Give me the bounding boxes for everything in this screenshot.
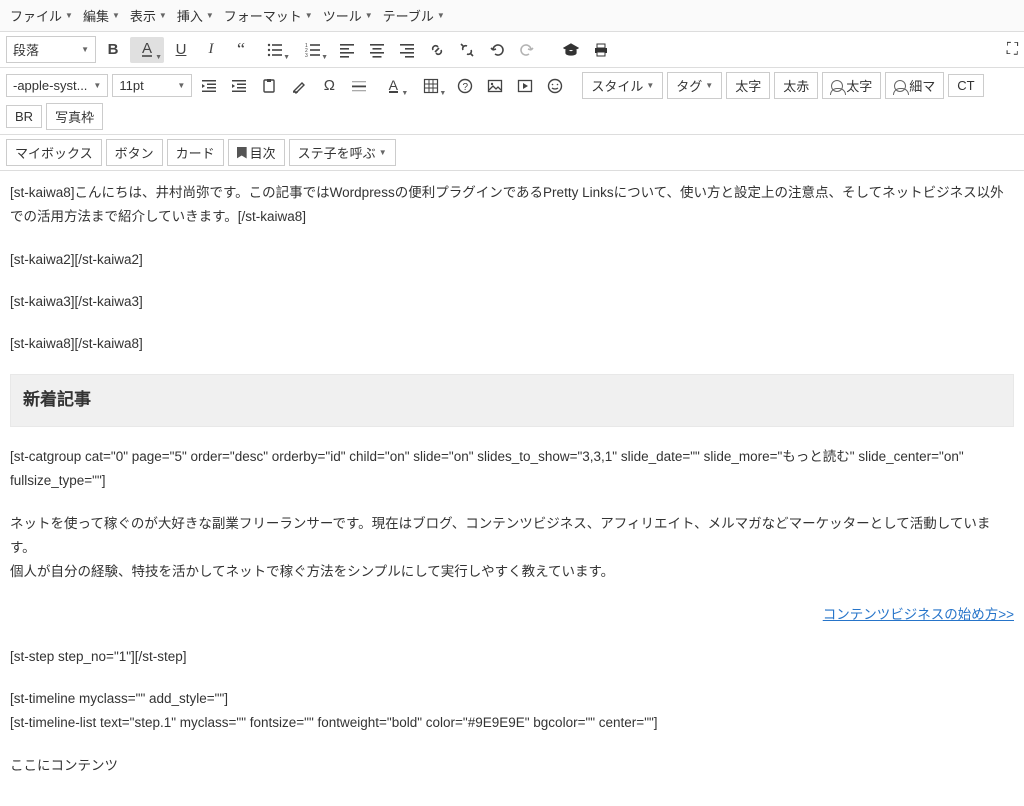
underline-button[interactable]: U <box>168 37 194 63</box>
menu-insert[interactable]: 挿入▼ <box>173 4 218 27</box>
svg-text:3: 3 <box>305 53 308 58</box>
align-right-button[interactable] <box>394 37 420 63</box>
para-kaiwa8-intro: [st-kaiwa8]こんにちは、井村尚弥です。この記事ではWordpressの… <box>10 181 1014 230</box>
br-pill[interactable]: BR <box>6 105 42 128</box>
menu-view[interactable]: 表示▼ <box>126 4 171 27</box>
toc-pill[interactable]: 目次 <box>228 139 285 166</box>
font-size-select[interactable]: 11pt▼ <box>112 74 192 97</box>
help-button[interactable]: ? <box>452 73 478 99</box>
italic-button[interactable]: I <box>198 37 224 63</box>
link-button[interactable] <box>424 37 450 63</box>
card-pill[interactable]: カード <box>167 139 224 166</box>
menu-table[interactable]: テーブル▼ <box>379 4 449 27</box>
avatar-icon <box>831 80 843 92</box>
right-link-wrap: コンテンツビジネスの始め方>> <box>10 603 1014 627</box>
menu-edit[interactable]: 編集▼ <box>79 4 124 27</box>
bold-button[interactable]: B <box>100 37 126 63</box>
para-catgroup: [st-catgroup cat="0" page="5" order="des… <box>10 445 1014 494</box>
para-kaiwa8-empty: [st-kaiwa8][/st-kaiwa8] <box>10 332 1014 356</box>
toolbar-row-3: マイボックス ボタン カード 目次 ステ子を呼ぶ▼ <box>0 135 1024 171</box>
mybox-pill[interactable]: マイボックス <box>6 139 102 166</box>
avatar-icon <box>894 80 906 92</box>
graduation-cap-icon[interactable] <box>558 37 584 63</box>
bold-red-pill[interactable]: 太赤 <box>774 72 818 99</box>
bold-pill[interactable]: 太字 <box>726 72 770 99</box>
text-color-2-button[interactable]: A▼ <box>376 73 410 99</box>
emoji-button[interactable] <box>542 73 568 99</box>
avatar-bold-pill[interactable]: 太字 <box>822 72 881 99</box>
paste-button[interactable] <box>256 73 282 99</box>
text-color-button[interactable]: A▼ <box>130 37 164 63</box>
para-timeline: [st-timeline myclass="" add_style=""] [s… <box>10 687 1014 736</box>
unlink-button[interactable] <box>454 37 480 63</box>
toolbar-row-1: 段落▼ B A▼ U I “ ▼ 123▼ ⛶ <box>0 32 1024 68</box>
align-center-button[interactable] <box>364 37 390 63</box>
para-content-here: ここにコンテンツ <box>10 754 1014 778</box>
style-dropdown[interactable]: スタイル▼ <box>582 72 663 99</box>
undo-button[interactable] <box>484 37 510 63</box>
ct-pill[interactable]: CT <box>948 74 983 97</box>
suteko-pill[interactable]: ステ子を呼ぶ▼ <box>289 139 396 166</box>
menu-format[interactable]: フォーマット▼ <box>220 4 317 27</box>
photo-frame-pill[interactable]: 写真枠 <box>46 103 103 130</box>
numbered-list-button[interactable]: 123▼ <box>296 37 330 63</box>
menu-tools[interactable]: ツール▼ <box>319 4 377 27</box>
button-pill[interactable]: ボタン <box>106 139 163 166</box>
indent-button[interactable] <box>226 73 252 99</box>
menu-file[interactable]: ファイル▼ <box>6 4 77 27</box>
special-char-button[interactable]: Ω <box>316 73 342 99</box>
para-kaiwa3: [st-kaiwa3][/st-kaiwa3] <box>10 290 1014 314</box>
fullscreen-button[interactable]: ⛶ <box>1007 41 1018 59</box>
redo-button[interactable] <box>514 37 540 63</box>
blockquote-button[interactable]: “ <box>228 37 254 63</box>
avatar-thin-pill[interactable]: 細マ <box>885 72 944 99</box>
heading-new-posts: 新着記事 <box>10 374 1014 427</box>
para-step: [st-step step_no="1"][/st-step] <box>10 645 1014 669</box>
tag-dropdown[interactable]: タグ▼ <box>667 72 722 99</box>
bullet-list-button[interactable]: ▼ <box>258 37 292 63</box>
clear-format-button[interactable] <box>286 73 312 99</box>
editor-content[interactable]: [st-kaiwa8]こんにちは、井村尚弥です。この記事ではWordpressの… <box>0 171 1024 806</box>
bookmark-icon <box>237 147 247 159</box>
outdent-button[interactable] <box>196 73 222 99</box>
hr-button[interactable] <box>346 73 372 99</box>
media-button[interactable] <box>512 73 538 99</box>
content-business-link[interactable]: コンテンツビジネスの始め方>> <box>823 607 1014 622</box>
align-left-button[interactable] <box>334 37 360 63</box>
para-bio: ネットを使って稼ぐのが大好きな副業フリーランサーです。現在はブログ、コンテンツビ… <box>10 512 1014 585</box>
table-button[interactable]: ▼ <box>414 73 448 99</box>
menubar: ファイル▼ 編集▼ 表示▼ 挿入▼ フォーマット▼ ツール▼ テーブル▼ <box>0 0 1024 32</box>
font-family-select[interactable]: -apple-syst...▼ <box>6 74 108 97</box>
image-button[interactable] <box>482 73 508 99</box>
format-select[interactable]: 段落▼ <box>6 36 96 63</box>
toolbar-row-2: -apple-syst...▼ 11pt▼ Ω A▼ ▼ ? スタイル▼ タグ▼… <box>0 68 1024 135</box>
print-icon[interactable] <box>588 37 614 63</box>
svg-text:?: ? <box>463 82 469 93</box>
para-kaiwa2: [st-kaiwa2][/st-kaiwa2] <box>10 248 1014 272</box>
